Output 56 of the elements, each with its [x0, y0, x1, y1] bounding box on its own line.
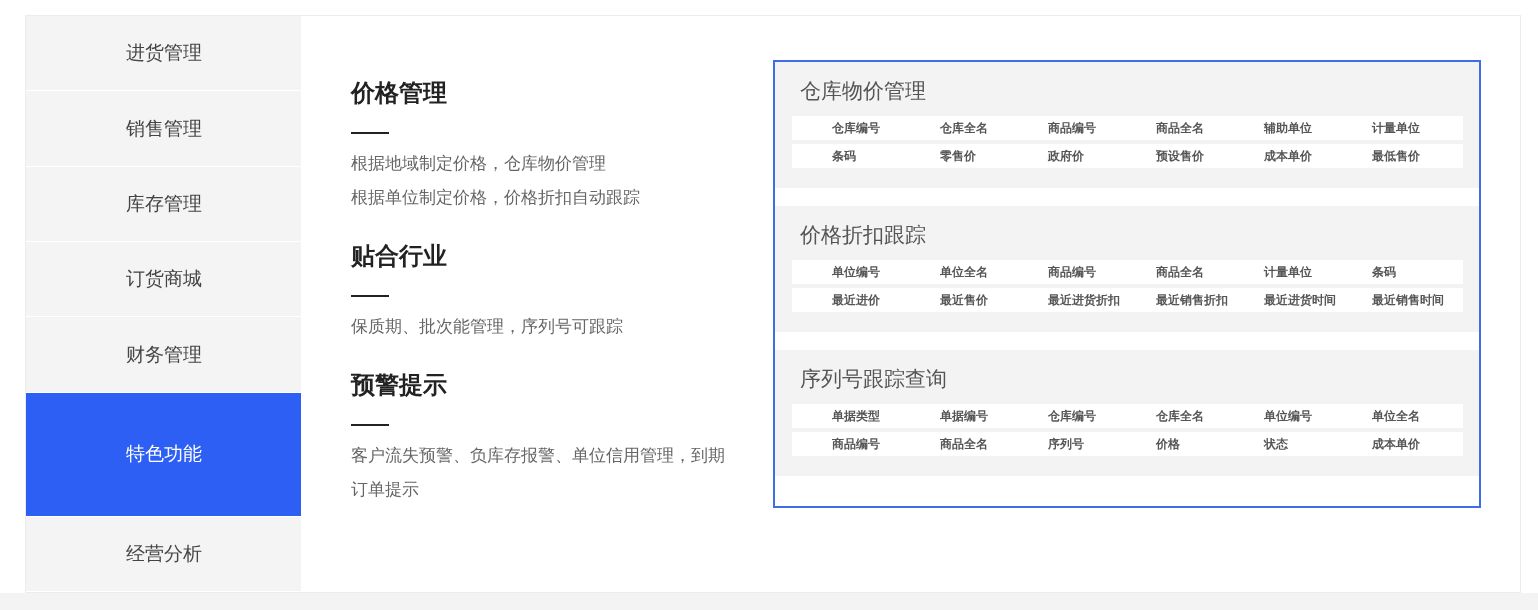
field-label: 商品全名 [1156, 263, 1205, 281]
field-label: 单据编号 [940, 407, 989, 425]
field-label: 商品全名 [1156, 119, 1205, 137]
field-label: 商品编号 [1048, 263, 1097, 281]
feature-description: 根据地域制定价格，仓库物价管理 [351, 152, 607, 175]
title-underline [351, 132, 389, 134]
field-label: 单据类型 [832, 407, 881, 425]
feature-description: 保质期、批次能管理，序列号可跟踪 [351, 315, 624, 338]
sidebar-item[interactable]: 库存管理 [26, 166, 301, 243]
sidebar-item[interactable]: 进货管理 [26, 16, 301, 92]
feature-title: 价格管理 [351, 78, 448, 109]
section-title: 价格折扣跟踪 [800, 222, 927, 249]
field-label: 政府价 [1048, 147, 1085, 165]
field-label: 单位全名 [1372, 407, 1421, 425]
field-label: 零售价 [940, 147, 977, 165]
field-label: 最近进价 [832, 291, 881, 309]
sidebar-item[interactable]: 销售管理 [26, 91, 301, 167]
feature-title: 贴合行业 [351, 241, 448, 272]
field-label: 辅助单位 [1264, 119, 1313, 137]
field-label: 单位编号 [832, 263, 881, 281]
field-label: 仓库全名 [940, 119, 989, 137]
field-label: 单位全名 [940, 263, 989, 281]
field-label: 商品全名 [940, 435, 989, 453]
field-label: 计量单位 [1264, 263, 1313, 281]
sidebar-item[interactable]: 财务管理 [26, 317, 301, 393]
section-title: 仓库物价管理 [800, 78, 927, 105]
field-label: 最近销售折扣 [1156, 291, 1229, 309]
field-label: 仓库全名 [1156, 407, 1205, 425]
field-label: 商品编号 [1048, 119, 1097, 137]
title-underline [351, 295, 389, 297]
field-label: 成本单价 [1372, 435, 1421, 453]
field-label: 条码 [832, 147, 857, 165]
sidebar-item[interactable]: 订货商城 [26, 242, 301, 318]
sidebar-item[interactable]: 经营分析 [26, 516, 301, 592]
field-label: 序列号 [1048, 435, 1085, 453]
field-label: 最近销售时间 [1372, 291, 1445, 309]
feature-description: 根据单位制定价格，价格折扣自动跟踪 [351, 186, 641, 209]
field-label: 最近进货时间 [1264, 291, 1337, 309]
feature-title: 预警提示 [351, 370, 448, 401]
sidebar-item[interactable]: 特色功能 [26, 392, 301, 517]
title-underline [351, 424, 389, 426]
field-label: 计量单位 [1372, 119, 1421, 137]
field-label: 成本单价 [1264, 147, 1313, 165]
field-label: 商品编号 [832, 435, 881, 453]
feature-description: 客户流失预警、负库存报警、单位信用管理，到期订单提示 [351, 444, 726, 501]
field-label: 单位编号 [1264, 407, 1313, 425]
section-title: 序列号跟踪查询 [800, 366, 948, 393]
field-label: 仓库编号 [1048, 407, 1097, 425]
field-label: 最近售价 [940, 291, 989, 309]
field-label: 状态 [1264, 435, 1289, 453]
field-label: 最近进货折扣 [1048, 291, 1121, 309]
field-label: 最低售价 [1372, 147, 1421, 165]
field-label: 条码 [1372, 263, 1397, 281]
field-label: 仓库编号 [832, 119, 881, 137]
field-label: 预设售价 [1156, 147, 1205, 165]
field-label: 价格 [1156, 435, 1181, 453]
